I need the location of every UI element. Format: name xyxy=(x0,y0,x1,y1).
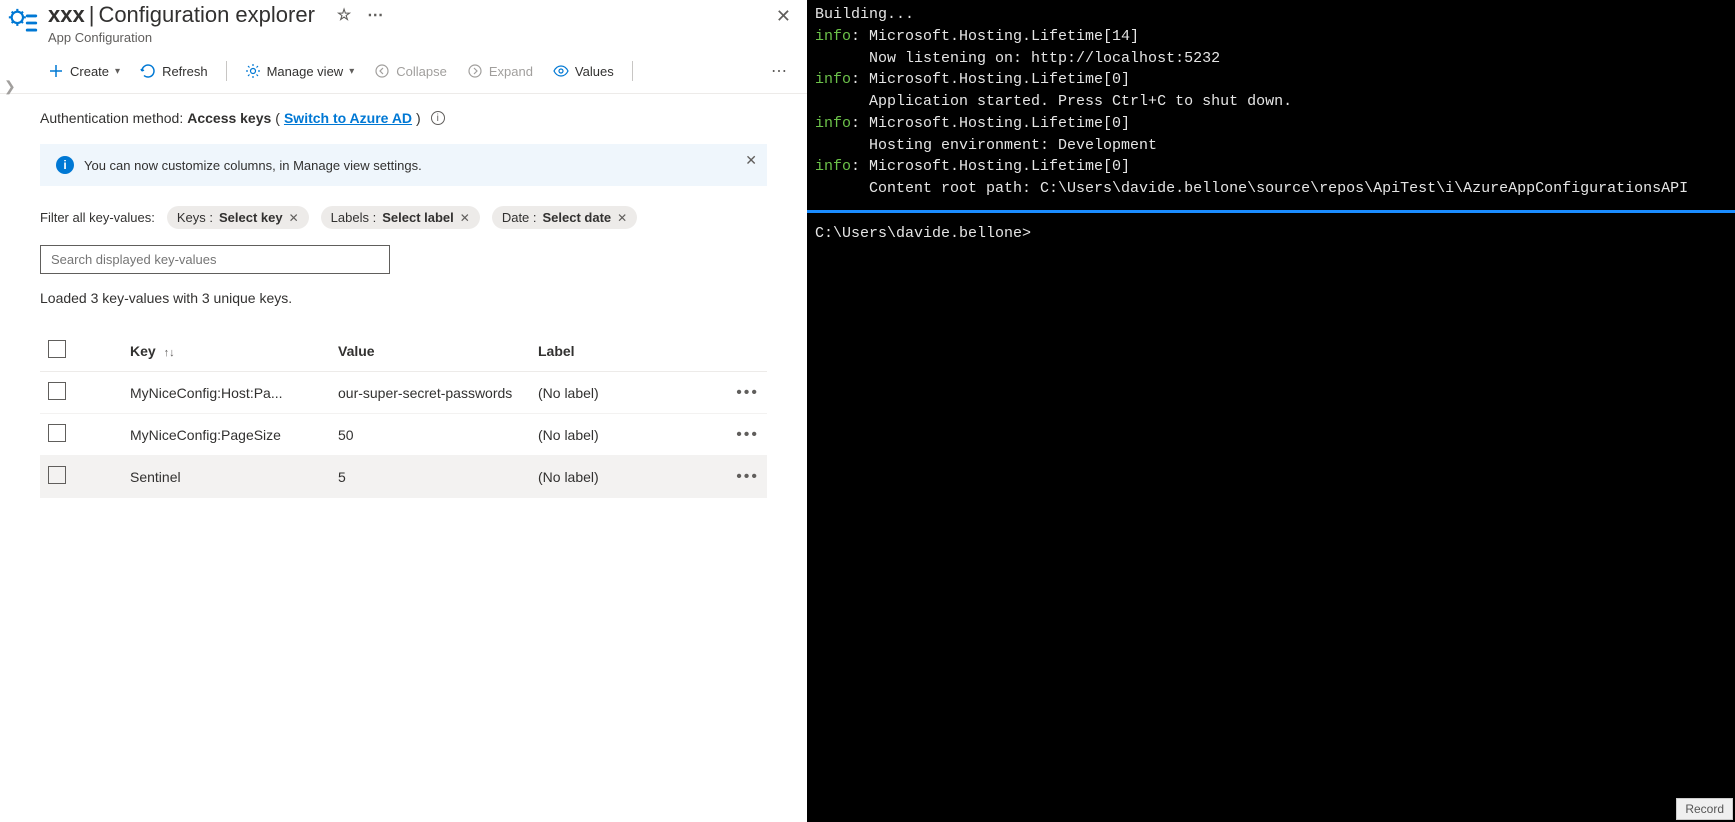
cell-value: our-super-secret-passwords xyxy=(330,372,530,414)
close-icon[interactable]: ✕ xyxy=(745,152,757,169)
cell-key: MyNiceConfig:PageSize xyxy=(80,414,330,456)
cell-value: 50 xyxy=(330,414,530,456)
row-checkbox[interactable] xyxy=(48,466,66,484)
plus-icon xyxy=(48,63,64,79)
create-button[interactable]: Create ▾ xyxy=(40,59,128,83)
clear-icon[interactable]: ✕ xyxy=(617,211,627,225)
resource-name: xxx xyxy=(48,2,85,28)
cell-key: Sentinel xyxy=(80,456,330,498)
select-all-checkbox[interactable] xyxy=(48,340,66,358)
cell-value: 5 xyxy=(330,456,530,498)
cell-label: (No label) xyxy=(530,414,717,456)
table-row[interactable]: MyNiceConfig:PageSize50(No label)••• xyxy=(40,414,767,456)
page-subtitle: App Configuration xyxy=(48,30,758,45)
info-icon[interactable]: i xyxy=(431,111,445,125)
cell-key: MyNiceConfig:Host:Pa... xyxy=(80,372,330,414)
chevron-left-circle-icon xyxy=(374,63,390,79)
loaded-summary: Loaded 3 key-values with 3 unique keys. xyxy=(40,290,767,306)
info-banner: i You can now customize columns, in Mana… xyxy=(40,144,767,186)
terminal-prompt-area[interactable]: C:\Users\davide.bellone> xyxy=(807,219,1735,822)
toolbar: Create ▾ Refresh Manage view ▾ Collapse xyxy=(0,49,807,94)
page-name: Configuration explorer xyxy=(98,2,314,28)
column-header-value[interactable]: Value xyxy=(330,330,530,372)
terminal-panel: Building...info: Microsoft.Hosting.Lifet… xyxy=(807,0,1735,822)
record-button[interactable]: Record xyxy=(1676,798,1733,820)
app-configuration-icon xyxy=(6,6,40,40)
info-solid-icon: i xyxy=(56,156,74,174)
toolbar-more-icon[interactable]: ⋯ xyxy=(759,57,799,85)
manage-view-button[interactable]: Manage view ▾ xyxy=(237,59,363,83)
search-input[interactable] xyxy=(40,245,390,274)
clear-icon[interactable]: ✕ xyxy=(460,211,470,225)
expand-button[interactable]: Expand xyxy=(459,59,541,83)
refresh-button[interactable]: Refresh xyxy=(132,59,216,83)
close-panel-icon[interactable]: ✕ xyxy=(766,2,801,31)
filters-row: Filter all key-values: Keys : Select key… xyxy=(40,206,767,229)
info-banner-text: You can now customize columns, in Manage… xyxy=(84,158,422,173)
page-title: xxx | Configuration explorer ☆ ⋯ xyxy=(48,2,758,28)
filter-keys-pill[interactable]: Keys : Select key ✕ xyxy=(167,206,309,229)
filter-date-pill[interactable]: Date : Select date ✕ xyxy=(492,206,637,229)
auth-method-line: Authentication method: Access keys (Swit… xyxy=(40,110,767,126)
chevron-right-circle-icon xyxy=(467,63,483,79)
sort-icon: ↑↓ xyxy=(164,347,175,359)
column-header-label[interactable]: Label xyxy=(530,330,717,372)
gear-icon xyxy=(245,63,261,79)
content-body: Authentication method: Access keys (Swit… xyxy=(0,94,807,822)
row-actions-icon[interactable]: ••• xyxy=(717,414,767,456)
row-actions-icon[interactable]: ••• xyxy=(717,456,767,498)
cell-label: (No label) xyxy=(530,456,717,498)
chevron-down-icon: ▾ xyxy=(349,66,354,77)
values-button[interactable]: Values xyxy=(545,59,622,83)
terminal-prompt: C:\Users\davide.bellone> xyxy=(815,225,1031,242)
key-values-table: Key ↑↓ Value Label MyNiceConfig:Host:Pa.… xyxy=(40,330,767,498)
eye-icon xyxy=(553,63,569,79)
page-header: xxx | Configuration explorer ☆ ⋯ App Con… xyxy=(0,0,807,49)
azure-panel: ❯ xxx | Configuration explorer ☆ ⋯ App C… xyxy=(0,0,807,822)
collapse-button[interactable]: Collapse xyxy=(366,59,455,83)
toolbar-separator xyxy=(632,61,633,81)
filter-labels-pill[interactable]: Labels : Select label ✕ xyxy=(321,206,480,229)
row-checkbox[interactable] xyxy=(48,382,66,400)
chevron-down-icon: ▾ xyxy=(115,66,120,77)
toolbar-separator xyxy=(226,61,227,81)
terminal-separator xyxy=(807,210,1735,213)
clear-icon[interactable]: ✕ xyxy=(289,211,299,225)
cell-label: (No label) xyxy=(530,372,717,414)
nav-collapse-icon[interactable]: ❯ xyxy=(0,74,20,99)
row-actions-icon[interactable]: ••• xyxy=(717,372,767,414)
switch-auth-link[interactable]: Switch to Azure AD xyxy=(284,110,412,126)
refresh-icon xyxy=(140,63,156,79)
table-row[interactable]: MyNiceConfig:Host:Pa...our-super-secret-… xyxy=(40,372,767,414)
row-checkbox[interactable] xyxy=(48,424,66,442)
column-header-key[interactable]: Key ↑↓ xyxy=(80,330,330,372)
terminal-output: Building...info: Microsoft.Hosting.Lifet… xyxy=(807,0,1735,204)
header-more-icon[interactable]: ⋯ xyxy=(361,3,389,27)
table-row[interactable]: Sentinel5(No label)••• xyxy=(40,456,767,498)
filters-label: Filter all key-values: xyxy=(40,210,155,225)
favorite-star-icon[interactable]: ☆ xyxy=(331,3,357,27)
